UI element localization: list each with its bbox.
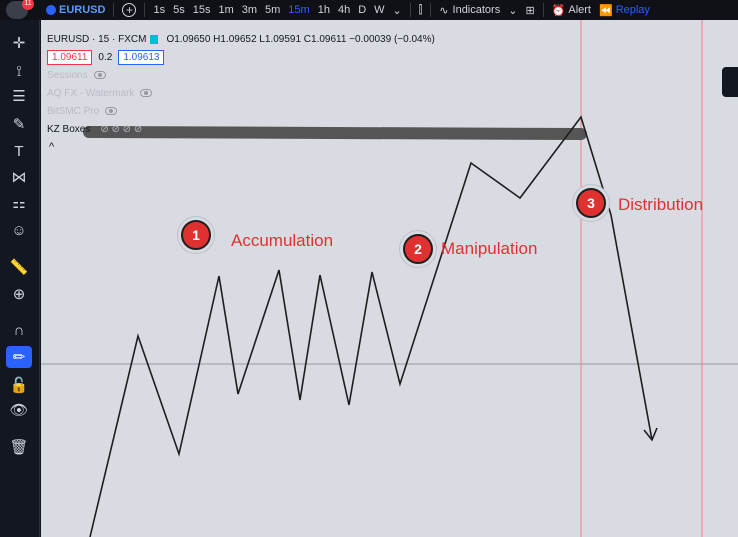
phase-number: 1: [181, 220, 211, 250]
phase-label-distribution: Distribution: [618, 195, 704, 214]
chevron-down-icon: ⌄: [392, 4, 402, 17]
interval-w[interactable]: W: [370, 0, 388, 20]
templates-button[interactable]: ⊞: [521, 0, 538, 20]
compare-button[interactable]: +: [118, 0, 140, 20]
pattern-icon[interactable]: ⋈: [6, 166, 32, 188]
lock-icon[interactable]: 🔓: [6, 374, 32, 396]
interval-1s[interactable]: 1s: [149, 0, 169, 20]
divider: [430, 3, 432, 17]
symbol-icon: [46, 5, 56, 15]
drawing-toolbar: ✛ ⟟ ☰ ✎ T ⋈ ⚏ ☺ 📏 ⊕ ∩ ✏ 🔓 👁 🗑: [0, 20, 40, 537]
symbol-label: EURUSD: [59, 4, 106, 16]
symbol-search[interactable]: EURUSD: [42, 0, 109, 20]
collapse-legend-icon[interactable]: ^: [49, 141, 54, 153]
eye-icon[interactable]: [93, 71, 106, 79]
phase-label-accumulation: Accumulation: [231, 231, 334, 250]
phase-marker-3: 3: [572, 184, 610, 222]
indicators-label: Indicators: [452, 4, 501, 16]
interval-5m[interactable]: 5m: [261, 0, 284, 20]
avatar[interactable]: 11: [6, 0, 34, 19]
indicators-dropdown[interactable]: ⌄: [504, 0, 521, 20]
interval-15s[interactable]: 15s: [189, 0, 215, 20]
trash-icon[interactable]: 🗑: [6, 436, 32, 458]
indicator-label[interactable]: BitSMC Pro: [47, 106, 99, 117]
buy-price-button[interactable]: 1.09613: [118, 49, 165, 65]
alarm-icon: ⏰: [551, 4, 566, 17]
alert-button[interactable]: ⏰ Alert: [548, 0, 595, 20]
interval-1h[interactable]: 1h: [314, 0, 334, 20]
interval-dropdown[interactable]: ⌄: [389, 0, 406, 20]
plus-circle-icon: +: [122, 3, 137, 17]
top-toolbar: 11 EURUSD + 1s 5s 15s 1m 3m 5m 15m 1h 4h…: [0, 0, 738, 20]
replay-button[interactable]: ⏪ Replay: [595, 0, 654, 20]
eye-icon[interactable]: [140, 89, 153, 97]
measure-forecast-icon[interactable]: ⚏: [6, 192, 32, 214]
ruler-icon[interactable]: 📏: [6, 256, 32, 278]
rewind-icon: ⏪: [598, 4, 613, 17]
chart-title: EURUSD · 15 · FXCM: [47, 33, 147, 45]
indicators-icon: ∿: [439, 4, 449, 17]
flag-icon: [150, 34, 159, 44]
chevron-down-icon: ⌄: [508, 4, 518, 17]
indicator-label[interactable]: Sessions: [47, 70, 88, 81]
zoom-in-icon[interactable]: ⊕: [6, 283, 32, 305]
phase-marker-1: 1: [177, 216, 215, 254]
chart-pane[interactable]: EURUSD · 15 · FXCM O1.09650 H1.09652 L1.…: [41, 20, 738, 537]
ohlc-values: O1.09650 H1.09652 L1.09591 C1.09611 −0.0…: [166, 33, 435, 45]
cursor-icon[interactable]: ⟟: [6, 60, 32, 82]
text-icon[interactable]: T: [6, 140, 32, 162]
phase-label-manipulation: Manipulation: [441, 239, 538, 258]
grid-icon: ⊞: [525, 4, 535, 17]
notification-badge: 11: [22, 0, 34, 10]
right-panel-toggle[interactable]: [722, 67, 738, 97]
phase-number: 3: [576, 188, 606, 218]
magnet-icon[interactable]: ∩: [6, 319, 32, 341]
crosshair-icon[interactable]: ✛: [6, 32, 32, 54]
indicator-values: ⊘ ⊘ ⊘ ⊘: [100, 123, 143, 135]
eye-icon[interactable]: 👁: [6, 399, 32, 421]
divider: [409, 3, 411, 17]
chart-legend: EURUSD · 15 · FXCM O1.09650 H1.09652 L1.…: [47, 30, 435, 156]
brush-icon[interactable]: ✎: [6, 113, 32, 135]
price-path-line: [89, 115, 653, 537]
candles-icon: ⫿: [418, 3, 423, 16]
indicators-button[interactable]: ∿ Indicators: [435, 0, 504, 20]
replay-label: Replay: [615, 4, 650, 16]
indicator-label[interactable]: AQ FX - Watermark: [47, 88, 134, 99]
phase-marker-2: 2: [399, 230, 437, 268]
interval-5s[interactable]: 5s: [169, 0, 189, 20]
trend-lines-icon[interactable]: ☰: [6, 85, 32, 107]
emoji-icon[interactable]: ☺: [6, 219, 32, 241]
sell-price-button[interactable]: 1.09611: [47, 49, 93, 65]
interval-3m[interactable]: 3m: [238, 0, 261, 20]
eye-icon[interactable]: [105, 107, 118, 115]
interval-d[interactable]: D: [354, 0, 370, 20]
alert-label: Alert: [568, 4, 591, 16]
indicator-label[interactable]: KZ Boxes: [47, 124, 90, 135]
divider: [144, 3, 146, 17]
lock-drawing-icon[interactable]: ✏: [6, 346, 32, 368]
phase-number: 2: [403, 234, 433, 264]
divider: [113, 3, 115, 17]
spread-value: 0.2: [98, 51, 113, 63]
divider: [542, 3, 544, 17]
interval-4h[interactable]: 4h: [334, 0, 354, 20]
chart-type-button[interactable]: ⫿: [415, 0, 427, 20]
interval-1m[interactable]: 1m: [214, 0, 237, 20]
interval-15m[interactable]: 15m: [284, 0, 313, 20]
